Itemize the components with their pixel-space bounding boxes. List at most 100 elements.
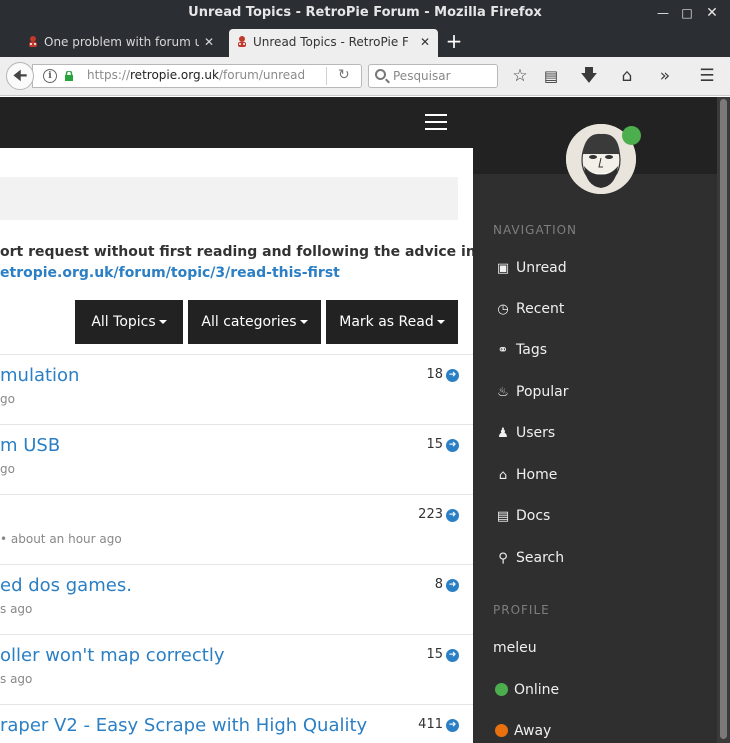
- all-categories-label: All categories: [201, 314, 297, 330]
- sidebar-item-search[interactable]: ⚲ Search: [495, 550, 564, 566]
- arrow-circle-right-icon[interactable]: ➜: [446, 719, 459, 732]
- navigation-heading: NAVIGATION: [493, 223, 578, 237]
- forum-page: ort request without first reading and fo…: [0, 97, 473, 743]
- topic-title[interactable]: mulation: [0, 365, 79, 386]
- sidebar-item-label: Docs: [516, 508, 551, 524]
- sidebar-item-tags[interactable]: ⚭ Tags: [495, 342, 547, 358]
- topic-post-count: 223: [418, 507, 443, 522]
- retropie-favicon-icon: [29, 36, 37, 47]
- inbox-icon: ▣: [496, 261, 510, 276]
- url-path: /forum/unread: [218, 68, 306, 82]
- sidebar-item-docs[interactable]: ▤ Docs: [495, 508, 551, 524]
- clock-icon: ◷: [497, 302, 509, 317]
- arrow-circle-right-icon[interactable]: ➜: [446, 579, 459, 592]
- sidebar-item-home[interactable]: ⌂ Home: [495, 467, 557, 483]
- url-text[interactable]: https://retropie.org.uk/forum/unread: [87, 68, 305, 82]
- topic-title[interactable]: ed dos games.: [0, 575, 132, 596]
- tab-active[interactable]: Unread Topics - RetroPie Fo ✕: [229, 29, 438, 57]
- sidebar-item-recent[interactable]: ◷ Recent: [495, 301, 564, 317]
- fire-icon: ♨: [497, 385, 509, 400]
- search-bar[interactable]: [368, 64, 498, 88]
- topic-row: ed dos games. s ago 8 ➜: [0, 564, 473, 634]
- support-notice: ort request without first reading and fo…: [0, 242, 473, 284]
- sidebar-menu: NAVIGATION ▣ Unread ◷ Recent ⚭ Tags ♨ Popula…: [473, 97, 717, 743]
- sidebar-item-unread[interactable]: ▣ Unread: [495, 260, 567, 276]
- navigation-toolbar: i https://retropie.org.uk/forum/unread ↻…: [0, 57, 730, 96]
- url-scheme: https://: [87, 68, 131, 82]
- online-status-indicator: [622, 126, 641, 145]
- overflow-icon[interactable]: »: [655, 66, 675, 86]
- all-topics-button[interactable]: All Topics: [75, 300, 183, 344]
- topic-title[interactable]: oller won't map correctly: [0, 645, 224, 666]
- sidebar-item-label: Popular: [516, 384, 569, 400]
- back-button[interactable]: 🠈: [6, 62, 34, 90]
- mark-as-read-label: Mark as Read: [339, 314, 434, 330]
- new-tab-button[interactable]: +: [445, 31, 463, 53]
- status-online-option[interactable]: Online: [495, 682, 559, 698]
- arrow-circle-right-icon[interactable]: ➜: [446, 509, 459, 522]
- all-categories-button[interactable]: All categories: [188, 300, 321, 344]
- topic-row: raper V2 - Easy Scrape with High Quality…: [0, 704, 473, 743]
- read-this-first-link[interactable]: etropie.org.uk/forum/topic/3/read-this-f…: [0, 263, 473, 284]
- tab-label: One problem with forum up: [44, 35, 199, 49]
- profile-username[interactable]: meleu: [493, 640, 537, 656]
- sidebar-item-label: Search: [516, 550, 565, 566]
- tags-icon: ⚭: [497, 343, 509, 358]
- caret-down-icon: [436, 320, 445, 324]
- caret-down-icon: [299, 320, 308, 324]
- tab-strip: One problem with forum up ✕ Unread Topic…: [0, 27, 730, 57]
- arrow-circle-right-icon[interactable]: ➜: [446, 439, 459, 452]
- home-icon[interactable]: ⌂: [617, 66, 637, 86]
- library-icon[interactable]: ▤: [541, 66, 561, 86]
- menu-icon[interactable]: ☰: [697, 66, 717, 86]
- topic-meta: go: [0, 392, 15, 406]
- notice-text: ort request without first reading and fo…: [0, 244, 473, 260]
- download-icon[interactable]: 🡇: [579, 66, 599, 86]
- sidebar-item-label: Recent: [516, 301, 565, 317]
- user-icon: ♟: [497, 426, 509, 441]
- close-tab-icon[interactable]: ✕: [420, 29, 430, 55]
- breadcrumb-bar: [0, 177, 458, 220]
- all-topics-label: All Topics: [91, 314, 156, 330]
- topic-row: • about an hour ago 223 ➜: [0, 494, 473, 564]
- search-icon: ⚲: [498, 551, 508, 566]
- status-online-label: Online: [514, 682, 560, 698]
- forum-header: [0, 97, 473, 148]
- window-titlebar: Unread Topics - RetroPie Forum - Mozilla…: [0, 0, 730, 27]
- scrollbar-thumb[interactable]: [720, 99, 727, 739]
- url-separator: [326, 67, 327, 85]
- hamburger-menu-icon[interactable]: [425, 114, 447, 130]
- page-scrollbar[interactable]: [717, 97, 730, 743]
- topic-title[interactable]: m USB: [0, 435, 60, 456]
- sidebar-item-label: Users: [516, 425, 556, 441]
- minimize-button[interactable]: —: [654, 4, 672, 22]
- tab-inactive[interactable]: One problem with forum up ✕: [20, 29, 222, 57]
- topic-post-count: 411: [418, 717, 443, 732]
- retropie-favicon-icon: [238, 36, 246, 47]
- mark-as-read-button[interactable]: Mark as Read: [326, 300, 458, 344]
- sidebar-item-popular[interactable]: ♨ Popular: [495, 384, 569, 400]
- topic-post-count: 15: [426, 647, 443, 662]
- status-away-option[interactable]: Away: [495, 723, 551, 739]
- sidebar-item-label: Unread: [516, 260, 567, 276]
- arrow-circle-right-icon[interactable]: ➜: [446, 649, 459, 662]
- close-window-button[interactable]: ✕: [703, 4, 721, 22]
- topic-title[interactable]: raper V2 - Easy Scrape with High Quality: [0, 715, 367, 736]
- url-host: retropie.org.uk: [130, 68, 219, 82]
- search-input[interactable]: [393, 67, 493, 85]
- topic-list: mulation go 18 ➜ m USB go 15 ➜ • about a…: [0, 354, 473, 743]
- url-bar[interactable]: i https://retropie.org.uk/forum/unread ↻: [32, 64, 362, 88]
- status-away-label: Away: [514, 723, 552, 739]
- sidebar-item-users[interactable]: ♟ Users: [495, 425, 555, 441]
- arrow-circle-right-icon[interactable]: ➜: [446, 369, 459, 382]
- close-tab-icon[interactable]: ✕: [204, 29, 214, 55]
- lock-icon: [65, 71, 73, 81]
- caret-down-icon: [158, 320, 167, 324]
- reload-icon[interactable]: ↻: [338, 67, 350, 83]
- topic-meta: s ago: [0, 602, 33, 616]
- bookmark-star-icon[interactable]: ☆: [510, 66, 530, 86]
- maximize-button[interactable]: □: [678, 4, 696, 22]
- info-icon[interactable]: i: [43, 69, 57, 83]
- topic-meta: • about an hour ago: [0, 532, 122, 546]
- sidebar-item-label: Tags: [516, 342, 547, 358]
